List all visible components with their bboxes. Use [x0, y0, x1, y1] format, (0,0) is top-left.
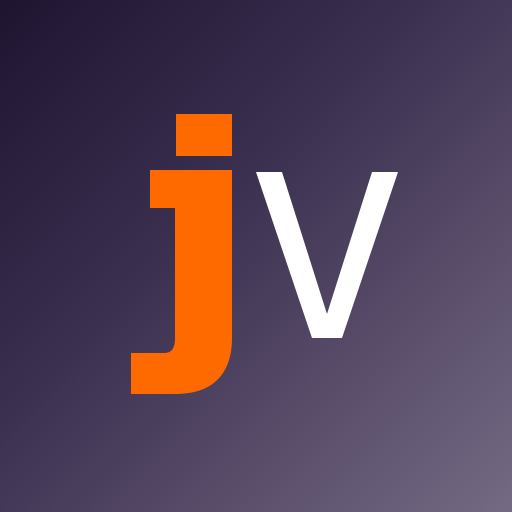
app-icon — [0, 0, 512, 512]
logo-letter-j-body — [131, 170, 232, 394]
logo-letter-v — [256, 172, 398, 338]
jv-logo — [131, 114, 398, 394]
logo-letter-j-dot — [176, 114, 232, 156]
